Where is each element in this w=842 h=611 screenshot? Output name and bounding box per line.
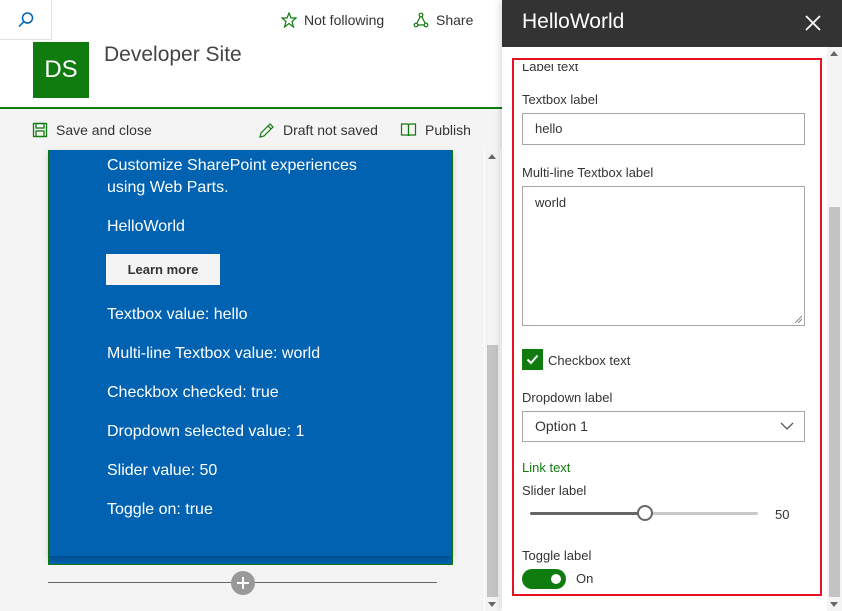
star-icon xyxy=(281,12,297,28)
sharepoint-page: Not following Share DS Developer Site Sa… xyxy=(0,0,502,611)
page-scrollbar-thumb[interactable] xyxy=(487,345,498,597)
search-icon xyxy=(17,11,33,27)
save-and-close-button[interactable]: Save and close xyxy=(32,120,152,140)
pane-scroll-down-arrow-icon[interactable] xyxy=(830,602,838,607)
draft-status: Draft not saved xyxy=(258,120,378,140)
toggle-value-line: Toggle on: true xyxy=(107,501,213,518)
property-pane: HelloWorld Label text Textbox label hell… xyxy=(502,0,842,611)
share-button[interactable]: Share xyxy=(413,8,473,32)
book-icon xyxy=(400,123,417,137)
site-title[interactable]: Developer Site xyxy=(104,43,242,67)
webpart-description: Customize SharePoint experiences using W… xyxy=(107,157,357,196)
checkbox-value-line: Checkbox checked: true xyxy=(107,384,279,401)
plus-icon xyxy=(237,577,249,589)
draft-label: Draft not saved xyxy=(283,122,378,138)
add-webpart-button[interactable] xyxy=(231,571,255,595)
close-icon xyxy=(805,15,821,31)
pane-scrollbar-thumb[interactable] xyxy=(829,207,840,597)
site-logo[interactable]: DS xyxy=(33,42,89,98)
publish-button[interactable]: Publish xyxy=(400,120,471,140)
publish-label: Publish xyxy=(425,122,471,138)
pane-scrollbar[interactable] xyxy=(827,47,842,611)
dropdown-value-line: Dropdown selected value: 1 xyxy=(107,423,305,440)
highlight-frame xyxy=(512,58,822,596)
textbox-value-line: Textbox value: hello xyxy=(107,306,248,323)
pane-scroll-up-arrow-icon[interactable] xyxy=(830,51,838,56)
multiline-value-line: Multi-line Textbox value: world xyxy=(107,345,321,362)
follow-button[interactable]: Not following xyxy=(281,8,384,32)
save-icon xyxy=(32,122,48,138)
pencil-icon xyxy=(259,122,274,138)
scroll-down-arrow-icon[interactable] xyxy=(488,602,496,607)
page-scrollbar[interactable] xyxy=(485,150,500,611)
follow-label: Not following xyxy=(304,12,385,28)
save-label: Save and close xyxy=(56,122,152,138)
pane-title: HelloWorld xyxy=(522,10,625,33)
close-pane-button[interactable] xyxy=(802,12,824,34)
webpart-name: HelloWorld xyxy=(107,218,185,235)
scroll-up-arrow-icon[interactable] xyxy=(488,154,496,159)
search-button[interactable] xyxy=(0,0,52,40)
share-icon xyxy=(413,12,429,28)
share-label: Share xyxy=(436,12,474,28)
slider-value-line: Slider value: 50 xyxy=(107,462,218,479)
learn-more-button[interactable]: Learn more xyxy=(106,254,220,285)
